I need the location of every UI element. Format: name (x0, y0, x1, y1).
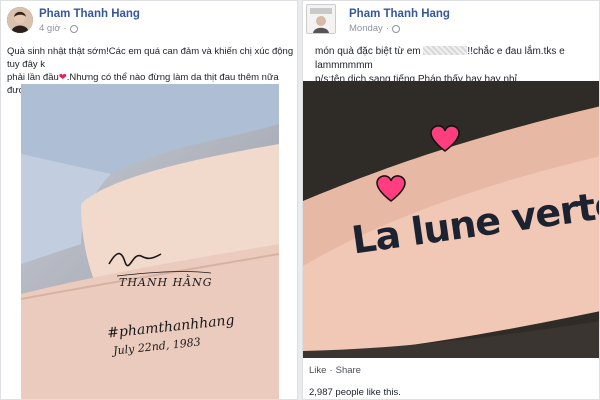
post-time[interactable]: 4 giờ · (39, 23, 78, 34)
avatar-photo (7, 7, 33, 33)
likes-count[interactable]: 2,987 people like this. (309, 387, 401, 398)
post-time[interactable]: Monday · (349, 23, 400, 34)
post-time-text: 4 giờ (39, 23, 61, 34)
like-button[interactable]: Like (309, 365, 326, 376)
post-photo[interactable]: La lune verte (303, 81, 599, 358)
globe-icon (391, 24, 400, 33)
tattoo-signature: Thanh Hằng (119, 276, 213, 289)
separator: · (385, 23, 389, 34)
post-left: Pham Thanh Hang 4 giờ · Quà sinh nhật th… (0, 0, 298, 400)
post-time-text: Monday (349, 23, 383, 34)
separator: · (63, 23, 67, 34)
author-name[interactable]: Pham Thanh Hang (39, 8, 140, 20)
share-button[interactable]: Share (336, 365, 361, 376)
post-right: Pham Thanh Hang Monday · món quà đặc biệ… (302, 0, 600, 400)
separator: · (329, 365, 333, 376)
caption-line: món quà đặc biệt từ em (315, 46, 421, 57)
post-photo[interactable]: Thanh Hằng #phamthanhhang July 22nd, 198… (21, 84, 279, 399)
post-header: Pham Thanh Hang 4 giờ · (1, 1, 297, 41)
post-header: Pham Thanh Hang Monday · (303, 1, 599, 41)
caption-line: phải lần đầu (7, 72, 59, 83)
avatar[interactable] (7, 7, 33, 33)
globe-icon (69, 24, 78, 33)
author-name[interactable]: Pham Thanh Hang (349, 8, 450, 20)
post-actions: Like · Share (309, 365, 361, 376)
redacted-name (423, 46, 468, 55)
caption-line: Quà sinh nhật thật sớm!Các em quá can đả… (7, 46, 294, 70)
avatar-photo (307, 5, 335, 33)
avatar[interactable] (306, 4, 336, 34)
heart-icon: ❤ (58, 72, 67, 83)
